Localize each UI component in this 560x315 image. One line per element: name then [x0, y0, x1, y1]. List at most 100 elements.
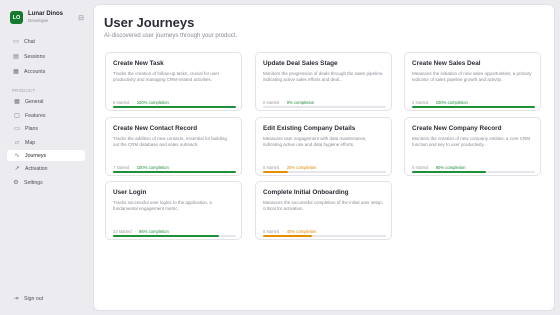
completion-progress-bar [113, 235, 236, 238]
features-icon: ▢ [14, 113, 20, 119]
completion-progress-bar [263, 106, 386, 109]
journey-card[interactable]: Update Deal Sales Stage Monitors the prog… [255, 52, 392, 111]
journey-card[interactable]: Create New Company Record Monitors the cr… [404, 117, 541, 176]
journey-started-count: 8 started [113, 100, 130, 105]
journey-title: Create New Company Record [412, 125, 502, 132]
nav-label-settings: Settings [24, 179, 43, 186]
journey-card[interactable]: Edit Existing Company Details Measures us… [255, 117, 392, 176]
completion-progress-fill [113, 106, 236, 109]
journey-card[interactable]: Create New Task Tracks the creation of fo… [105, 52, 242, 111]
completion-progress-bar [113, 171, 236, 174]
page-subtitle: AI-discovered user journeys through your… [104, 33, 238, 39]
nav-label-journeys: Journeys [25, 152, 47, 159]
journey-started-count: 5 started [412, 165, 429, 170]
sidebar: LO Lunar Dinos Developer ⊟ ▭ Chat ▤ Sess… [0, 0, 92, 315]
completion-progress-bar [263, 235, 386, 238]
journey-title: User Login [113, 189, 147, 196]
page-title: User Journeys [104, 15, 195, 30]
journey-started-count: 7 started [113, 165, 130, 170]
completion-progress-bar [412, 171, 535, 174]
journey-title: Create New Task [113, 60, 164, 67]
sign-out-button[interactable]: ⇥ Sign out [7, 293, 85, 304]
journey-description: Measures user engagement with data maint… [263, 136, 367, 148]
journey-completion-rate: 40% completion [286, 229, 317, 234]
journey-title: Create New Sales Deal [412, 60, 481, 67]
main-panel: User Journeys AI-discovered user journey… [93, 4, 555, 311]
meta-separator: · [132, 100, 134, 105]
completion-progress-fill [263, 171, 288, 174]
journey-started-count: 5 started [263, 165, 280, 170]
plans-icon: ▭ [14, 126, 20, 132]
sign-out-label: Sign out [24, 295, 44, 302]
nav-label-features: Features [25, 112, 46, 119]
completion-progress-fill [412, 171, 486, 174]
meta-separator: · [134, 229, 137, 234]
journey-completion-rate: 100% completion [136, 100, 169, 105]
completion-progress-fill [263, 235, 313, 238]
journey-stats: 0 started · 0% completion [263, 100, 314, 105]
chat-icon: ▭ [13, 39, 19, 45]
nav-label-general: General [25, 98, 44, 105]
journey-started-count: 22 started [113, 229, 132, 234]
journey-completion-rate: 100% completion [435, 100, 468, 105]
journey-description: Measures the initiation of new sales opp… [412, 71, 532, 83]
org-switcher[interactable]: LO Lunar Dinos Developer ⊟ [10, 11, 84, 24]
meta-separator: · [282, 100, 284, 105]
nav-label-sessions: Sessions [24, 53, 46, 60]
journey-description: Monitors the progression of deals throug… [263, 71, 384, 83]
collapse-sidebar-icon[interactable]: ⊟ [78, 14, 84, 22]
journey-card[interactable]: Complete Initial Onboarding Measures the … [255, 181, 392, 240]
journey-stats: 2 started · 100% completion [412, 100, 468, 105]
journey-description: Tracks the creation of follow-up tasks, … [113, 71, 220, 83]
nav-item-journeys[interactable]: ∿ Journeys [7, 150, 85, 161]
journey-card[interactable]: Create New Contact Record Tracks the addi… [105, 117, 242, 176]
nav-item-chat[interactable]: ▭ Chat [7, 36, 85, 47]
nav-item-plans[interactable]: ▭ Plans [7, 123, 85, 134]
meta-separator: · [132, 165, 134, 170]
nav-item-settings[interactable]: ⚙ Settings [7, 177, 85, 188]
map-icon: ▱ [14, 140, 20, 146]
org-name: Lunar Dinos [28, 11, 64, 17]
journey-completion-rate: 86% completion [139, 229, 169, 234]
nav-label-plans: Plans [25, 125, 38, 132]
journey-completion-rate: 100% completion [136, 165, 169, 170]
completion-progress-fill [412, 106, 535, 109]
nav-item-map[interactable]: ▱ Map [7, 137, 85, 148]
journey-title: Create New Contact Record [113, 125, 198, 132]
meta-separator: · [282, 229, 284, 234]
journey-started-count: 5 started [263, 229, 280, 234]
journey-stats: 7 started · 100% completion [113, 165, 169, 170]
journey-card[interactable]: User Login Tracks successful user logins … [105, 181, 242, 240]
nav-item-activation[interactable]: ↗ Activation [7, 163, 85, 174]
general-icon: ▦ [14, 99, 20, 105]
journey-stats: 8 started · 100% completion [113, 100, 169, 105]
nav-item-accounts[interactable]: ▦ Accounts [7, 66, 85, 77]
completion-progress-bar [263, 171, 386, 174]
completion-progress-bar [113, 106, 236, 109]
completion-progress-fill [113, 171, 236, 174]
journey-completion-rate: 20% completion [286, 165, 317, 170]
org-logo: LO [10, 11, 23, 24]
nav-section-product: PRODUCT [12, 88, 36, 93]
journeys-icon: ∿ [14, 153, 20, 159]
journey-title: Edit Existing Company Details [263, 125, 356, 132]
journey-stats: 22 started · 86% completion [113, 229, 169, 234]
journey-stats: 5 started · 40% completion [263, 229, 317, 234]
meta-separator: · [282, 165, 284, 170]
nav-item-features[interactable]: ▢ Features [7, 110, 85, 121]
nav-item-sessions[interactable]: ▤ Sessions [7, 51, 85, 62]
journey-started-count: 0 started [263, 100, 280, 105]
meta-separator: · [431, 100, 433, 105]
nav-item-general[interactable]: ▦ General [7, 96, 85, 107]
journey-completion-rate: 0% completion [286, 100, 315, 105]
journey-title: Complete Initial Onboarding [263, 189, 349, 196]
accounts-icon: ▦ [13, 69, 19, 75]
activation-icon: ↗ [14, 166, 20, 172]
nav-label-chat: Chat [24, 38, 35, 45]
journey-completion-rate: 60% completion [435, 165, 466, 170]
journey-started-count: 2 started [412, 100, 429, 105]
journey-card[interactable]: Create New Sales Deal Measures the initia… [404, 52, 541, 111]
completion-progress-fill [113, 235, 219, 238]
journey-description: Tracks the addition of new contacts, ess… [113, 136, 227, 148]
nav-label-map: Map [25, 139, 36, 146]
